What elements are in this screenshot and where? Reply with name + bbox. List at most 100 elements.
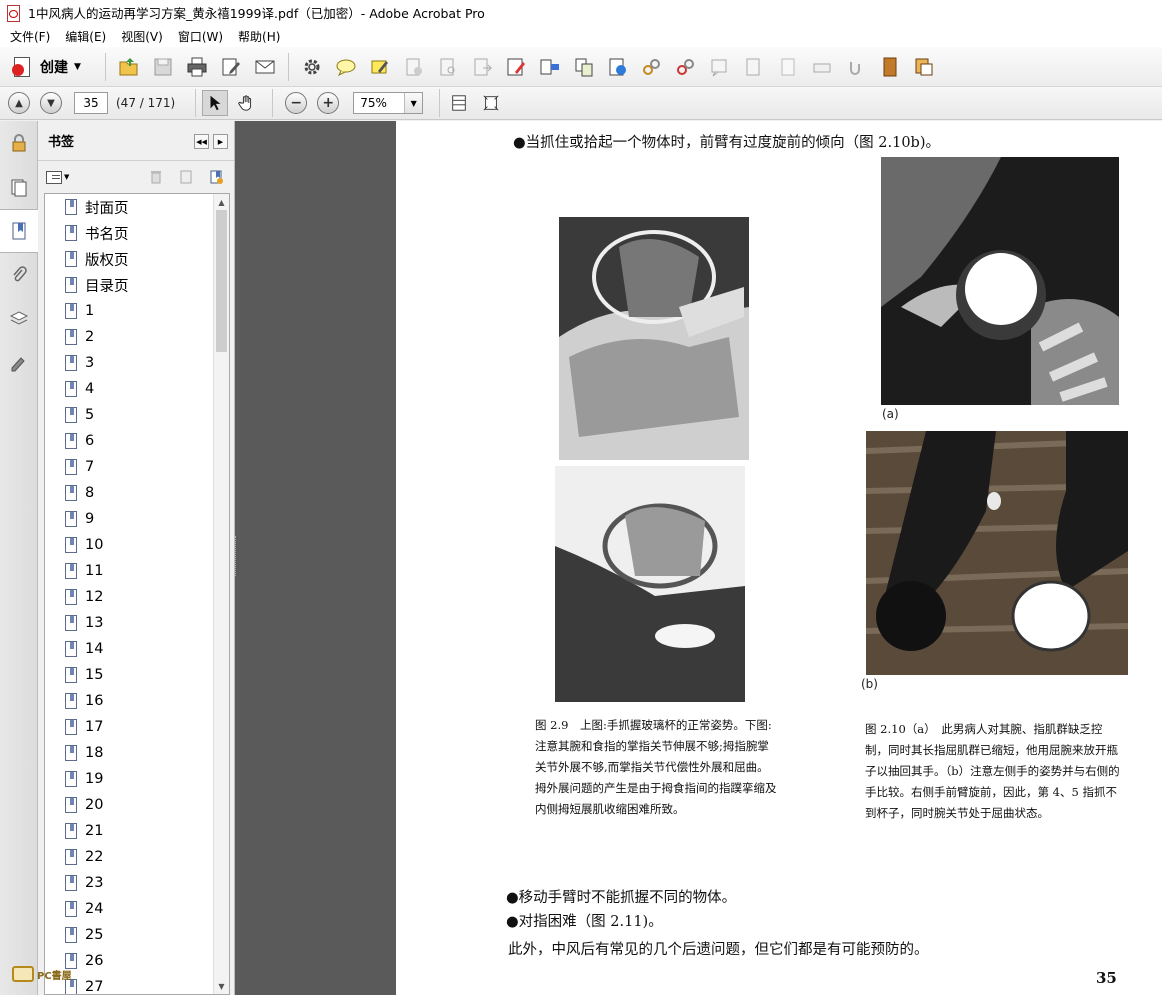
layers-panel-button[interactable] xyxy=(0,297,38,341)
tool-disabled-1[interactable] xyxy=(400,53,428,81)
zoom-in-button[interactable]: + xyxy=(317,92,340,114)
bookmark-item[interactable]: 8 xyxy=(45,480,229,506)
bookmark-label: 21 xyxy=(85,823,104,839)
menu-file[interactable]: 文件(F) xyxy=(4,26,56,47)
new-bookmark-button[interactable] xyxy=(178,169,194,185)
delete-bookmark-button[interactable] xyxy=(148,169,164,185)
bookmark-item[interactable]: 14 xyxy=(45,636,229,662)
menu-edit[interactable]: 编辑(E) xyxy=(59,26,112,47)
menu-window[interactable]: 窗口(W) xyxy=(172,26,229,47)
attachments-panel-button[interactable] xyxy=(0,253,38,297)
lock-icon xyxy=(12,134,26,152)
document-viewport[interactable]: ●当抓住或拾起一个物体时，前臂有过度旋前的倾向（图 2.10b)。 (a) (b… xyxy=(235,121,1162,995)
review-button[interactable] xyxy=(706,53,734,81)
expand-panel-button[interactable]: ▶ xyxy=(213,134,228,149)
bookmark-item[interactable]: 20 xyxy=(45,792,229,818)
tool-disabled-5[interactable] xyxy=(774,53,802,81)
bookmark-label: 15 xyxy=(85,667,104,683)
zoom-select[interactable]: 75% ▼ xyxy=(353,92,424,114)
organize-pages-button[interactable] xyxy=(570,53,598,81)
bookmark-item[interactable]: 9 xyxy=(45,506,229,532)
scroll-thumb[interactable] xyxy=(216,210,227,352)
bookmarks-scrollbar[interactable]: ▲ ▼ xyxy=(213,194,229,994)
bookmark-item[interactable]: 版权页 xyxy=(45,246,229,272)
bookmarks-panel-button[interactable] xyxy=(0,209,38,253)
bookmark-item[interactable]: 22 xyxy=(45,844,229,870)
bookmark-item[interactable]: 2 xyxy=(45,324,229,350)
scroll-down-arrow[interactable]: ▼ xyxy=(214,978,229,994)
remove-security-button[interactable] xyxy=(672,53,700,81)
tool-disabled-2[interactable] xyxy=(434,53,462,81)
bookmark-page-icon xyxy=(65,458,77,476)
bookmark-item[interactable]: 1 xyxy=(45,298,229,324)
settings-button[interactable] xyxy=(298,53,326,81)
signatures-panel-button[interactable] xyxy=(0,341,38,385)
bookmark-item[interactable]: 17 xyxy=(45,714,229,740)
bookmark-properties-button[interactable] xyxy=(208,169,224,185)
bookmark-item[interactable]: 7 xyxy=(45,454,229,480)
create-button[interactable]: 创建 ▼ xyxy=(8,52,89,82)
bookmark-item[interactable]: 11 xyxy=(45,558,229,584)
bookmark-item[interactable]: 19 xyxy=(45,766,229,792)
save-button[interactable] xyxy=(149,53,177,81)
bookmark-item[interactable]: 封面页 xyxy=(45,194,229,220)
bookmark-item[interactable]: 6 xyxy=(45,428,229,454)
comment-button[interactable] xyxy=(332,53,360,81)
bookmark-page-icon xyxy=(65,484,77,502)
notebook-button[interactable] xyxy=(876,53,904,81)
tool-disabled-7[interactable] xyxy=(842,53,870,81)
bookmark-item[interactable]: 13 xyxy=(45,610,229,636)
bookmark-page-icon xyxy=(65,848,77,866)
previous-page-button[interactable]: ▲ xyxy=(8,92,30,114)
fig-2-10-b-label: (b) xyxy=(861,677,878,691)
highlight-button[interactable] xyxy=(366,53,394,81)
page-number-input[interactable]: 35 xyxy=(74,92,108,114)
bookmark-page-icon xyxy=(65,614,77,632)
bookmark-item[interactable]: 书名页 xyxy=(45,220,229,246)
page-thumbnails-button[interactable] xyxy=(0,165,38,209)
menu-help[interactable]: 帮助(H) xyxy=(232,26,286,47)
bookmark-item[interactable]: 25 xyxy=(45,922,229,948)
bookmark-item[interactable]: 24 xyxy=(45,896,229,922)
bookmark-item[interactable]: 18 xyxy=(45,740,229,766)
bookmark-item[interactable]: 12 xyxy=(45,584,229,610)
bookmark-item[interactable]: 5 xyxy=(45,402,229,428)
security-panel-button[interactable] xyxy=(0,121,38,165)
scroll-up-arrow[interactable]: ▲ xyxy=(214,194,229,210)
bookmark-item[interactable]: 目录页 xyxy=(45,272,229,298)
export-button[interactable] xyxy=(604,53,632,81)
bookmark-item[interactable]: 10 xyxy=(45,532,229,558)
fit-width-button[interactable] xyxy=(446,90,472,116)
bookmark-item[interactable]: 16 xyxy=(45,688,229,714)
bookmark-item[interactable]: 4 xyxy=(45,376,229,402)
combine-button[interactable] xyxy=(536,53,564,81)
menu-view[interactable]: 视图(V) xyxy=(115,26,169,47)
zoom-out-button[interactable]: − xyxy=(285,92,308,114)
bookmark-item[interactable]: 3 xyxy=(45,350,229,376)
email-button[interactable] xyxy=(251,53,279,81)
bookmark-item[interactable]: 21 xyxy=(45,818,229,844)
open-button[interactable] xyxy=(115,53,143,81)
hand-tool-button[interactable] xyxy=(234,90,260,116)
bookmark-label: 20 xyxy=(85,797,104,813)
next-page-button[interactable]: ▼ xyxy=(40,92,62,114)
tool-disabled-6[interactable] xyxy=(808,53,836,81)
chevron-down-icon: ▼ xyxy=(74,61,81,72)
bookmark-item[interactable]: 23 xyxy=(45,870,229,896)
bookmark-item[interactable]: 27 xyxy=(45,974,229,994)
collapse-panel-button[interactable]: ◀◀ xyxy=(194,134,209,149)
share-button[interactable] xyxy=(910,53,938,81)
bookmark-options-button[interactable]: ▼ xyxy=(46,170,69,184)
caption-fig-2-9: 图 2.9 上图:手抓握玻璃杯的正常姿势。下图:注意其腕和食指的掌指关节伸展不够… xyxy=(535,718,777,816)
tool-disabled-4[interactable] xyxy=(740,53,768,81)
form-button[interactable] xyxy=(502,53,530,81)
secure-button[interactable] xyxy=(638,53,666,81)
fit-page-button[interactable] xyxy=(478,90,504,116)
edit-document-button[interactable] xyxy=(217,53,245,81)
select-tool-button[interactable] xyxy=(202,90,229,116)
print-button[interactable] xyxy=(183,53,211,81)
bookmark-item[interactable]: 26 xyxy=(45,948,229,974)
panel-splitter[interactable] xyxy=(235,536,239,576)
bookmark-item[interactable]: 15 xyxy=(45,662,229,688)
tool-disabled-3[interactable] xyxy=(468,53,496,81)
